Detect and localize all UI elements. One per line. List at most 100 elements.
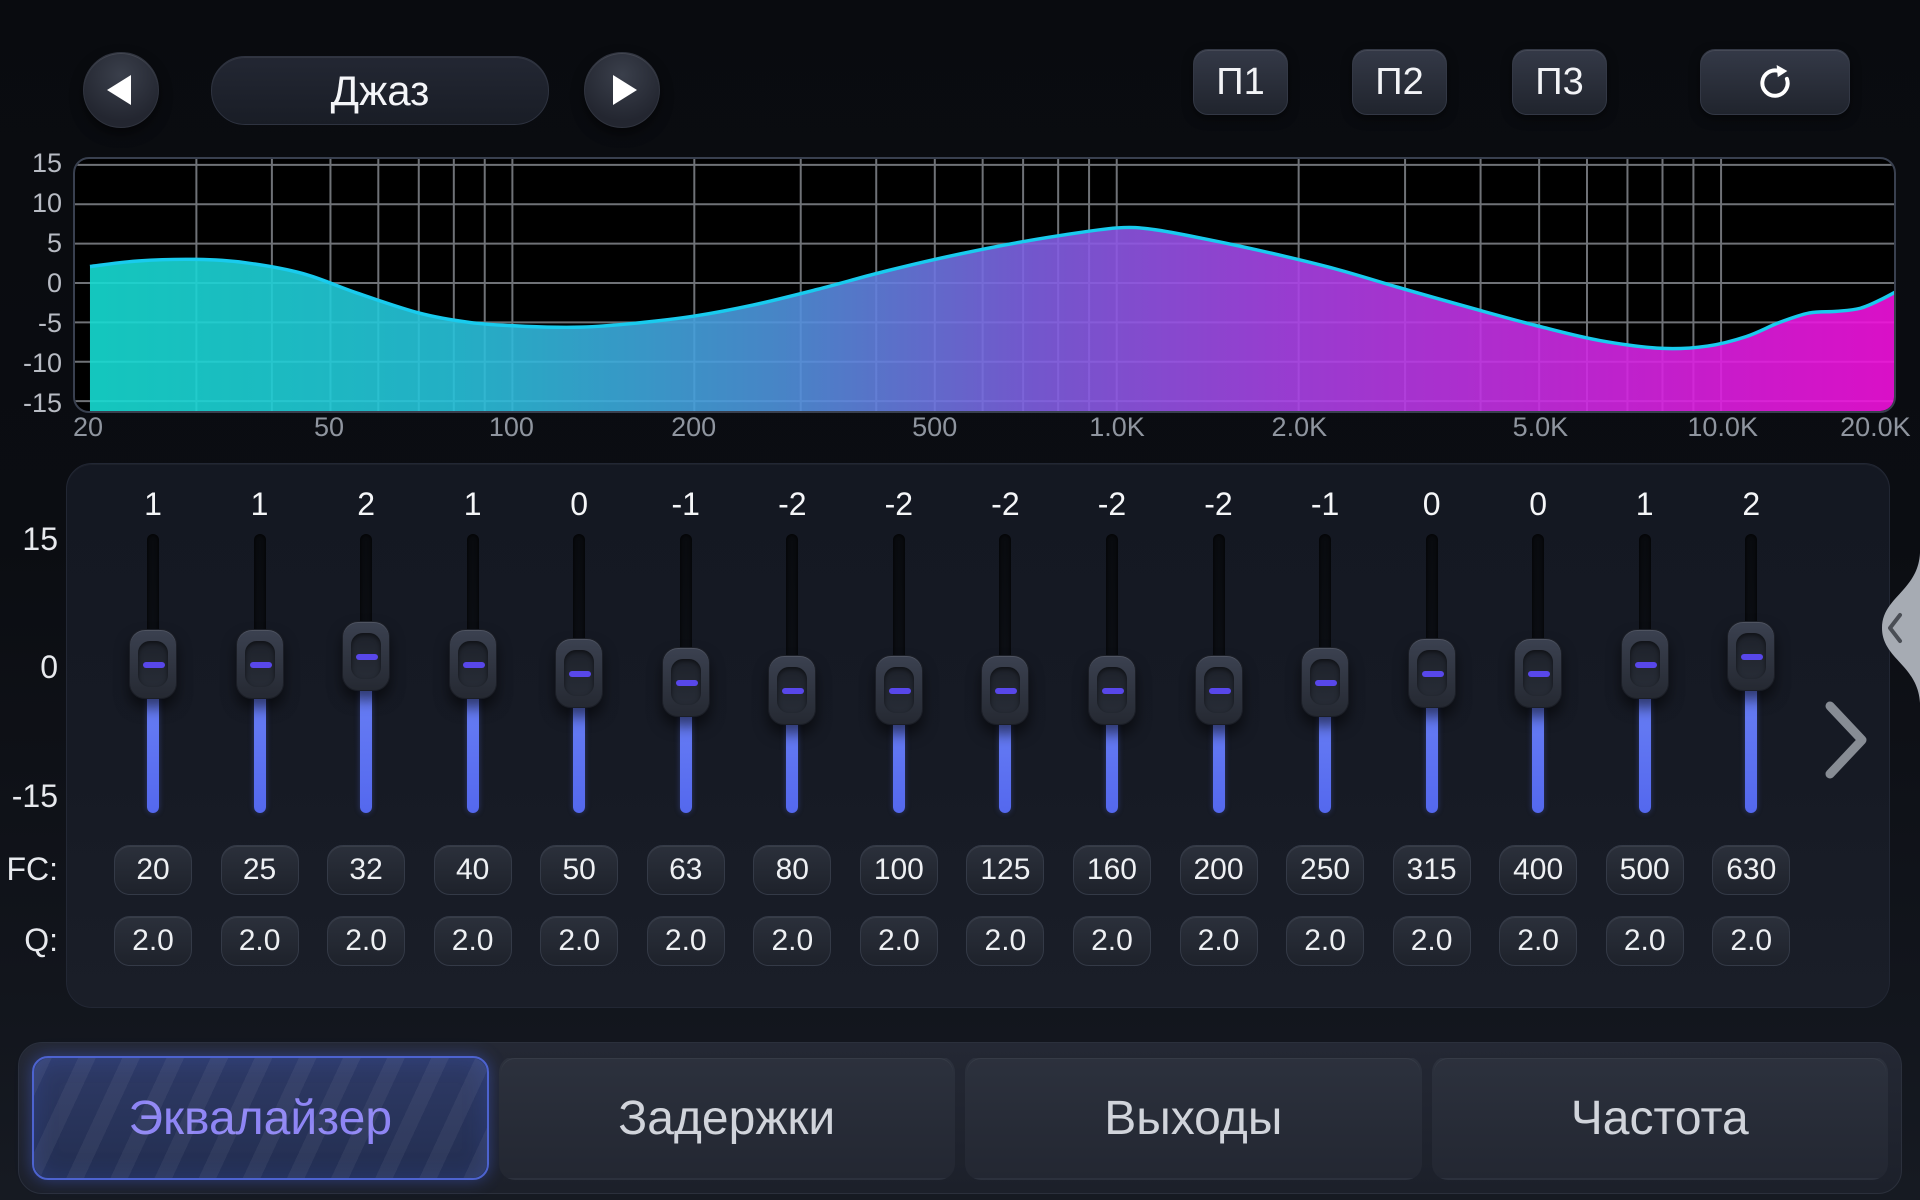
band-fc-chip[interactable]: 50 <box>540 845 618 895</box>
eq-band-column: 2322.0 <box>313 464 419 1007</box>
eq-band-column: -1632.0 <box>633 464 739 1007</box>
band-gain-slider[interactable] <box>1592 524 1698 824</box>
band-q-chip[interactable]: 2.0 <box>966 916 1044 966</box>
next-preset-button[interactable] <box>584 52 660 128</box>
chevron-right-icon <box>1830 706 1862 774</box>
band-fc-chip[interactable]: 500 <box>1606 845 1684 895</box>
memory-button-p1[interactable]: П1 <box>1193 49 1288 115</box>
eq-band-column: 1252.0 <box>207 464 313 1007</box>
eq-band-column: 1402.0 <box>420 464 526 1007</box>
band-q-chip[interactable]: 2.0 <box>221 916 299 966</box>
eq-band-column: 0 50 2.0 <box>526 464 632 1007</box>
band-q-chip[interactable]: 2.0 <box>1286 916 1364 966</box>
band-fc-chip[interactable]: 125 <box>966 845 1044 895</box>
band-fc-chip[interactable]: 25 <box>221 845 299 895</box>
reset-button[interactable] <box>1700 49 1850 115</box>
band-q-chip[interactable]: 2.0 <box>1180 916 1258 966</box>
slider-thumb[interactable] <box>342 621 390 691</box>
more-bands-button[interactable] <box>1820 698 1872 782</box>
band-fc-chip[interactable]: 80 <box>753 845 831 895</box>
tab-equalizer[interactable]: Эквалайзер <box>32 1056 489 1180</box>
x-axis-tick: 20 <box>73 412 103 443</box>
band-q-chip[interactable]: 2.0 <box>327 916 405 966</box>
slider-thumb[interactable] <box>662 647 710 717</box>
slider-thumb[interactable] <box>449 629 497 699</box>
band-q-chip[interactable]: 2.0 <box>1073 916 1151 966</box>
band-fc-chip[interactable]: 630 <box>1712 845 1790 895</box>
memory-button-p3[interactable]: П3 <box>1512 49 1607 115</box>
slider-thumb[interactable] <box>875 655 923 725</box>
y-axis-tick: 10 <box>0 187 62 219</box>
band-gain-slider[interactable] <box>846 524 952 824</box>
slider-thumb[interactable] <box>236 629 284 699</box>
slider-thumb[interactable] <box>981 655 1029 725</box>
tab-frequency[interactable]: Частота <box>1432 1056 1889 1180</box>
band-gain-slider[interactable] <box>207 524 313 824</box>
band-gain-value: -2 <box>846 486 952 523</box>
band-gain-slider[interactable] <box>952 524 1058 824</box>
slider-thumb[interactable] <box>1301 647 1349 717</box>
band-gain-value: 2 <box>1698 486 1804 523</box>
band-gain-value: 0 <box>1379 486 1485 523</box>
band-gain-slider[interactable] <box>100 524 206 824</box>
collapse-tab[interactable] <box>1864 553 1920 703</box>
band-gain-value: -2 <box>952 486 1058 523</box>
band-gain-slider[interactable] <box>1166 524 1272 824</box>
slider-thumb-dash-icon <box>995 688 1017 694</box>
band-fc-chip[interactable]: 160 <box>1073 845 1151 895</box>
reset-icon <box>1753 60 1797 104</box>
memory-button-p2[interactable]: П2 <box>1352 49 1447 115</box>
band-q-chip[interactable]: 2.0 <box>434 916 512 966</box>
y-axis-tick: 15 <box>0 147 62 179</box>
slider-thumb[interactable] <box>1621 629 1669 699</box>
band-gain-slider[interactable] <box>1059 524 1165 824</box>
eq-bands-panel: 1202.01252.02322.01402.00502.0-1632.0-28… <box>66 463 1890 1008</box>
eq-band-column: 04002.0 <box>1485 464 1591 1007</box>
band-gain-slider[interactable] <box>1379 524 1485 824</box>
prev-preset-button[interactable] <box>83 52 159 128</box>
band-fc-chip[interactable]: 200 <box>1180 845 1258 895</box>
band-gain-slider[interactable] <box>1698 524 1804 824</box>
band-fc-chip[interactable]: 20 <box>114 845 192 895</box>
band-q-chip[interactable]: 2.0 <box>540 916 618 966</box>
band-gain-slider[interactable] <box>313 524 419 824</box>
slider-thumb[interactable] <box>1727 621 1775 691</box>
slider-thumb-dash-icon <box>569 671 591 677</box>
slider-thumb[interactable] <box>768 655 816 725</box>
slider-thumb[interactable] <box>1195 655 1243 725</box>
band-fc-chip[interactable]: 63 <box>647 845 725 895</box>
band-gain-slider[interactable] <box>1485 524 1591 824</box>
slider-thumb[interactable] <box>555 638 603 708</box>
tab-outputs[interactable]: Выходы <box>965 1056 1422 1180</box>
band-fc-chip[interactable]: 250 <box>1286 845 1364 895</box>
band-gain-slider[interactable] <box>739 524 845 824</box>
band-q-chip[interactable]: 2.0 <box>1606 916 1684 966</box>
band-gain-value: 0 <box>526 486 632 523</box>
band-gain-slider[interactable] <box>420 524 526 824</box>
tab-delays[interactable]: Задержки <box>499 1056 956 1180</box>
band-fc-chip[interactable]: 100 <box>860 845 938 895</box>
x-axis-tick: 10.0K <box>1687 412 1758 443</box>
band-q-chip[interactable]: 2.0 <box>1712 916 1790 966</box>
slider-thumb[interactable] <box>129 629 177 699</box>
band-q-chip[interactable]: 2.0 <box>1393 916 1471 966</box>
slider-thumb[interactable] <box>1514 638 1562 708</box>
band-q-chip[interactable]: 2.0 <box>860 916 938 966</box>
band-fc-chip[interactable]: 400 <box>1499 845 1577 895</box>
slider-thumb[interactable] <box>1088 655 1136 725</box>
band-q-chip[interactable]: 2.0 <box>753 916 831 966</box>
band-fc-chip[interactable]: 40 <box>434 845 512 895</box>
slider-thumb-dash-icon <box>1102 688 1124 694</box>
band-gain-slider[interactable] <box>633 524 739 824</box>
band-gain-slider[interactable] <box>1272 524 1378 824</box>
slider-thumb[interactable] <box>1408 638 1456 708</box>
eq-band-column: -22002.0 <box>1166 464 1272 1007</box>
preset-selector[interactable]: Джаз <box>211 56 549 125</box>
band-fc-chip[interactable]: 32 <box>327 845 405 895</box>
band-q-chip[interactable]: 2.0 <box>647 916 725 966</box>
band-q-chip[interactable]: 2.0 <box>1499 916 1577 966</box>
band-fc-chip[interactable]: 315 <box>1393 845 1471 895</box>
slider-thumb-dash-icon <box>1528 671 1550 677</box>
band-gain-slider[interactable] <box>526 524 632 824</box>
band-q-chip[interactable]: 2.0 <box>114 916 192 966</box>
